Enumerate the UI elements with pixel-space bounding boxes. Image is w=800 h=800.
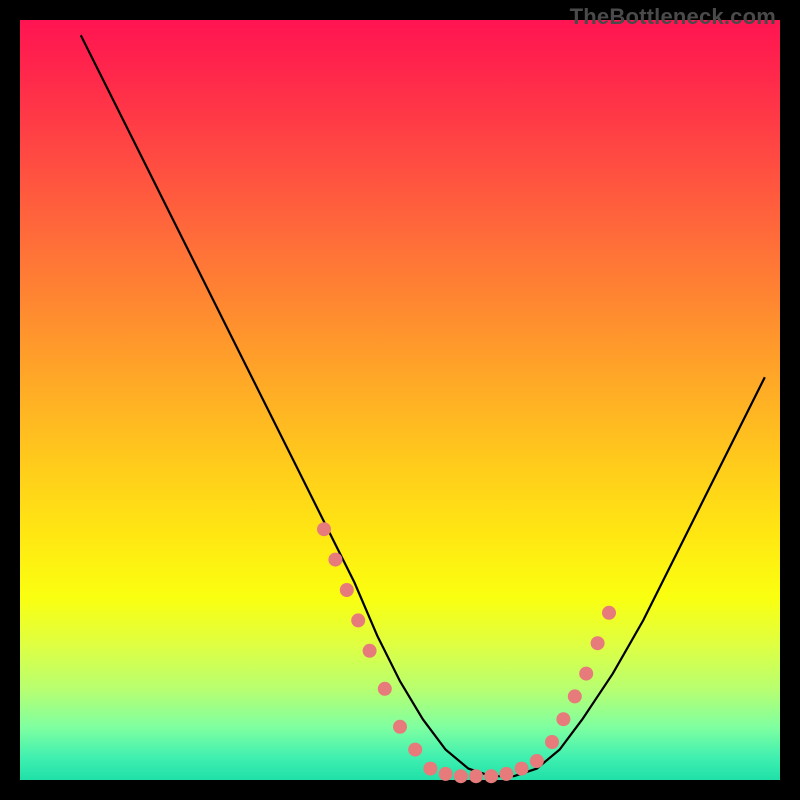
chart-container: TheBottleneck.com [0, 0, 800, 800]
data-marker [499, 767, 513, 781]
data-marker [556, 712, 570, 726]
data-marker [515, 762, 529, 776]
data-marker [545, 735, 559, 749]
data-marker [454, 769, 468, 783]
bottleneck-curve [81, 35, 765, 776]
marker-group [317, 522, 616, 783]
data-marker [378, 682, 392, 696]
data-marker [317, 522, 331, 536]
data-marker [363, 644, 377, 658]
data-marker [530, 754, 544, 768]
chart-svg [20, 20, 780, 780]
data-marker [602, 606, 616, 620]
data-marker [591, 636, 605, 650]
data-marker [328, 553, 342, 567]
data-marker [351, 613, 365, 627]
data-marker [423, 762, 437, 776]
data-marker [340, 583, 354, 597]
data-marker [393, 720, 407, 734]
data-marker [408, 743, 422, 757]
data-marker [579, 667, 593, 681]
data-marker [469, 769, 483, 783]
data-marker [568, 689, 582, 703]
watermark-text: TheBottleneck.com [570, 4, 776, 30]
data-marker [439, 767, 453, 781]
plot-area [20, 20, 780, 780]
data-marker [484, 769, 498, 783]
